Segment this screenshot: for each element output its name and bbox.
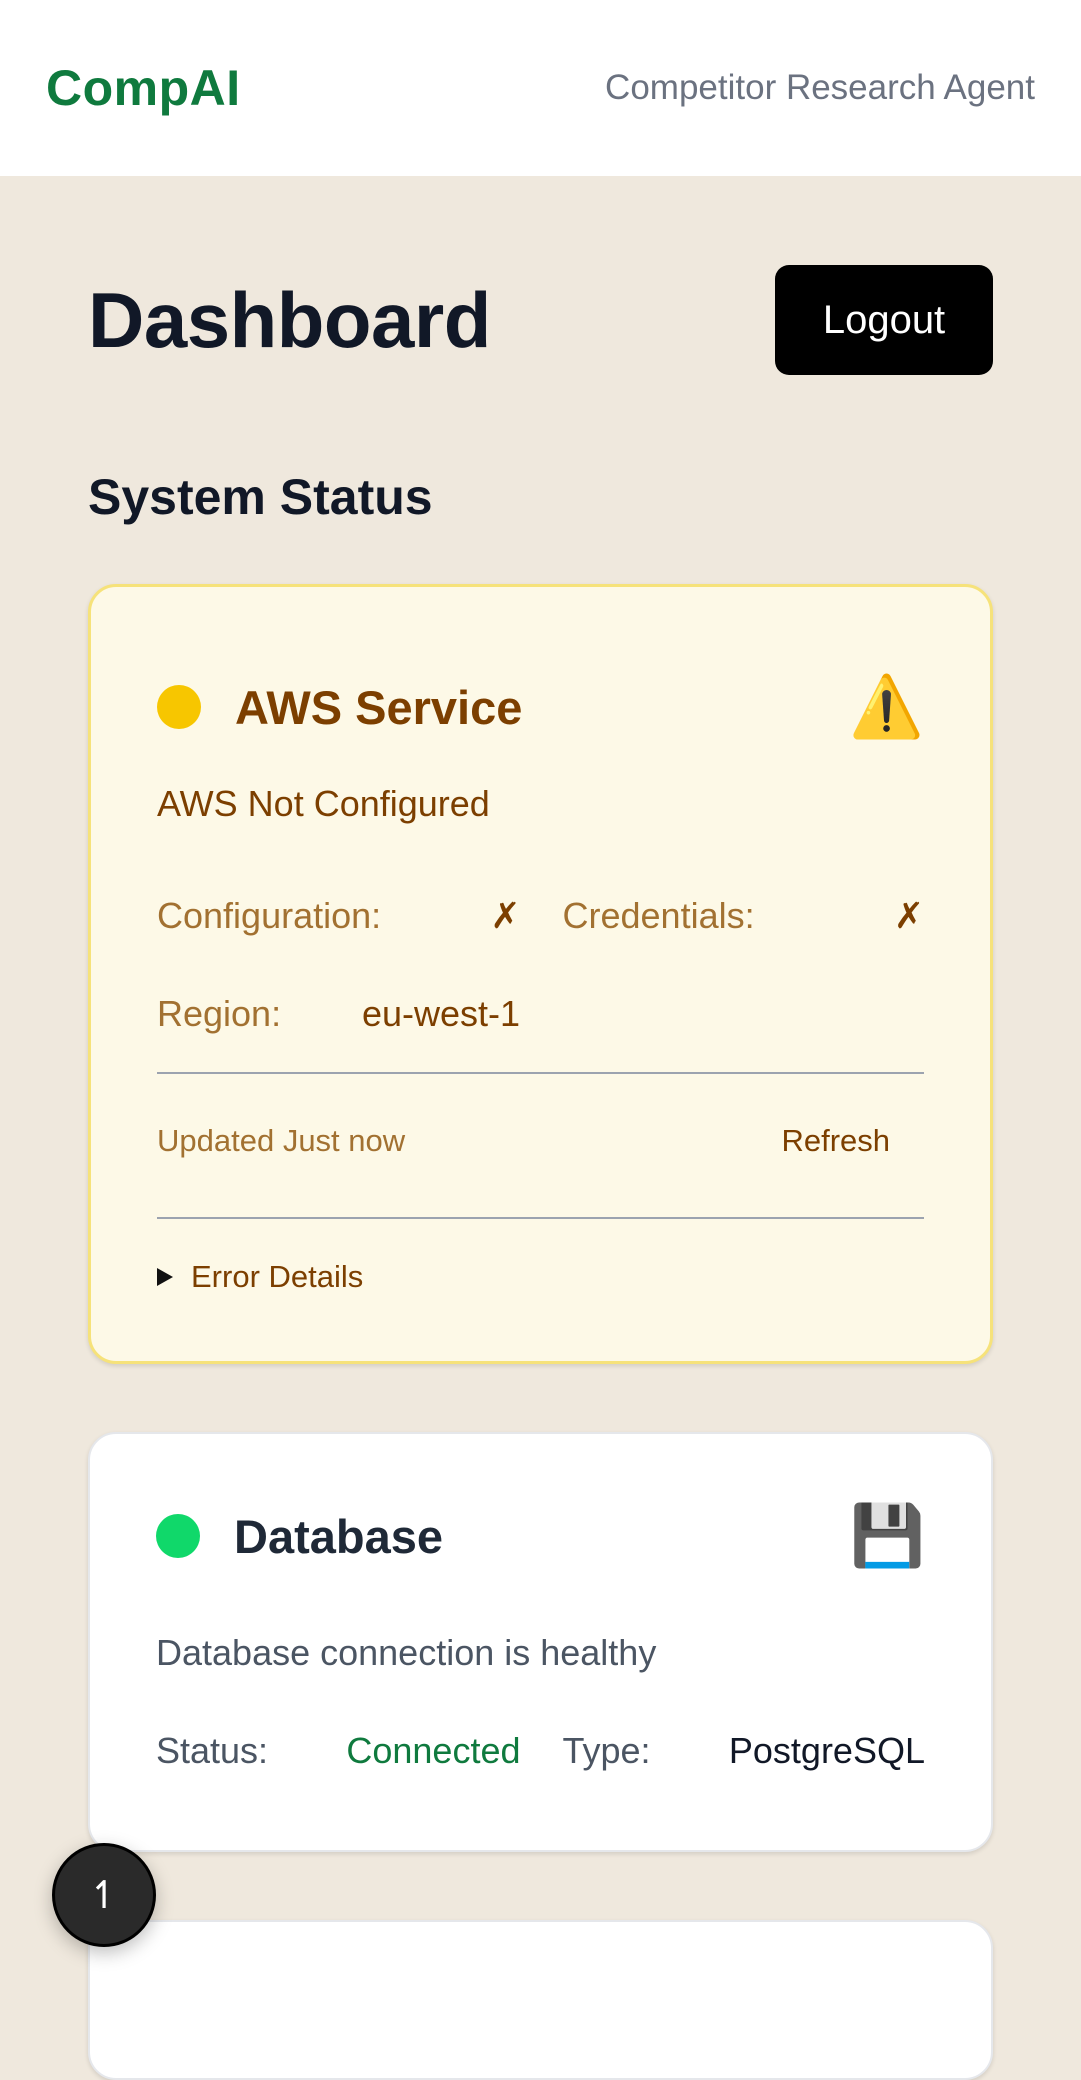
type-label: Type:	[562, 1730, 651, 1771]
updated-text: Updated Just now	[157, 1123, 406, 1158]
region-label: Region:	[157, 993, 282, 1034]
card-title: AWS Service	[235, 680, 523, 734]
config-credentials-row: Configuration: ✗ Credentials: ✗	[157, 895, 924, 937]
database-card: Database 💾 Database connection is health…	[88, 1432, 993, 1852]
divider	[157, 1217, 924, 1219]
disclosure-triangle-icon	[157, 1268, 173, 1286]
status-value: Connected	[346, 1730, 521, 1771]
section-title: System Status	[88, 469, 433, 525]
scroll-to-top-button[interactable]: ↿	[52, 1843, 156, 1947]
credentials-value: ✗	[893, 895, 924, 936]
card-header: AWS Service ⚠️	[157, 667, 924, 747]
page-title: Dashboard	[88, 275, 491, 364]
status-field: Status: Connected	[156, 1730, 541, 1772]
error-details-toggle[interactable]: Error Details	[157, 1259, 363, 1295]
type-value: PostgreSQL	[728, 1730, 925, 1771]
status-message: Database connection is healthy	[156, 1632, 657, 1673]
arrow-up-icon: ↿	[88, 1874, 120, 1917]
divider	[157, 1072, 924, 1074]
top-bar: CompAI Competitor Research Agent	[0, 0, 1081, 176]
configuration-label: Configuration:	[157, 895, 382, 936]
brand-logo[interactable]: CompAI	[46, 59, 241, 117]
status-label: Status:	[156, 1730, 269, 1771]
status-card	[88, 1920, 993, 2080]
credentials-label: Credentials:	[562, 895, 755, 936]
error-details-label: Error Details	[191, 1259, 364, 1294]
floppy-disk-icon: 💾	[850, 1502, 925, 1569]
status-type-row: Status: Connected Type: PostgreSQL	[156, 1730, 925, 1772]
status-message: AWS Not Configured	[157, 783, 490, 824]
app-subtitle: Competitor Research Agent	[605, 68, 1035, 107]
configuration-field: Configuration: ✗	[157, 895, 541, 937]
logout-button[interactable]: Logout	[775, 265, 993, 375]
credentials-field: Credentials: ✗	[541, 895, 925, 937]
aws-service-card: AWS Service ⚠️ AWS Not Configured Config…	[88, 584, 993, 1364]
card-title: Database	[234, 1509, 443, 1563]
status-dot	[156, 1514, 200, 1558]
updated-row: Updated Just now Refresh	[157, 1123, 890, 1159]
refresh-button[interactable]: Refresh	[781, 1123, 890, 1159]
type-field: Type: PostgreSQL	[541, 1730, 926, 1772]
warning-icon: ⚠️	[849, 673, 924, 740]
configuration-value: ✗	[490, 895, 521, 936]
card-header: Database 💾	[156, 1496, 925, 1576]
page-header: Dashboard Logout	[88, 264, 993, 376]
region-row: Region: eu-west-1	[157, 993, 924, 1035]
status-dot	[157, 685, 201, 729]
region-value: eu-west-1	[362, 993, 521, 1034]
